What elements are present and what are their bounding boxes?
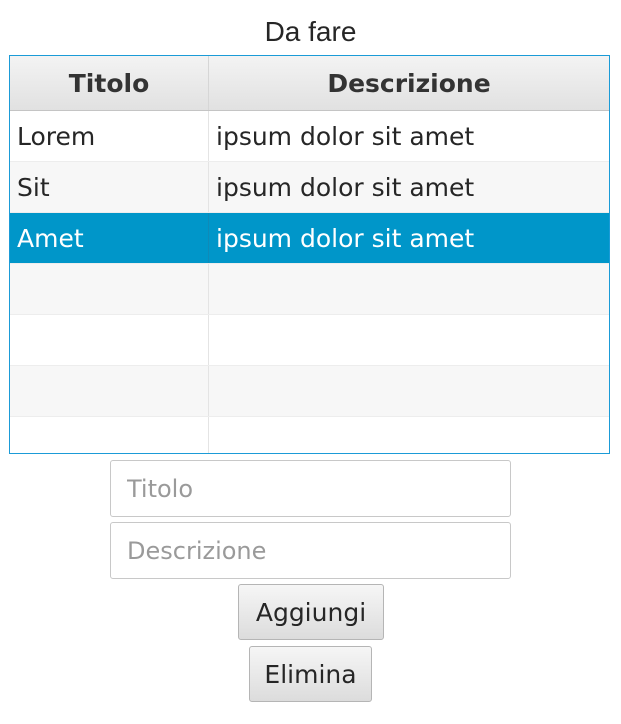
table-row[interactable]: Lorem ipsum dolor sit amet [10,111,609,162]
empty-cell [209,417,609,453]
descrizione-input[interactable] [110,522,511,579]
empty-cell [10,417,209,453]
column-header-descrizione[interactable]: Descrizione [209,56,609,110]
todo-table[interactable]: Titolo Descrizione Lorem ipsum dolor sit… [9,55,610,454]
cell-descrizione: ipsum dolor sit amet [216,223,475,253]
table-row[interactable]: Sit ipsum dolor sit amet [10,162,609,213]
titolo-input[interactable] [110,460,511,517]
empty-cell [10,366,209,416]
cell-descrizione: ipsum dolor sit amet [216,172,475,202]
column-header-titolo[interactable]: Titolo [10,56,209,110]
cell-descrizione: ipsum dolor sit amet [216,121,475,151]
cell-titolo: Lorem [10,111,209,161]
cell-titolo: Sit [10,162,209,212]
todo-window: Da fare Titolo Descrizione Lorem ipsum d… [0,0,621,724]
empty-table-row[interactable] [10,366,609,417]
empty-cell [10,315,209,365]
delete-button[interactable]: Elimina [249,646,372,702]
empty-table-row[interactable] [10,315,609,366]
empty-table-row[interactable] [10,417,609,453]
add-button[interactable]: Aggiungi [238,584,384,640]
cell-titolo: Amet [10,213,209,263]
empty-cell [209,264,609,314]
empty-table-row[interactable] [10,264,609,315]
empty-cell [209,315,609,365]
table-row-selected[interactable]: Amet ipsum dolor sit amet [10,213,609,264]
table-header: Titolo Descrizione [10,56,609,111]
empty-cell [10,264,209,314]
empty-cell [209,366,609,416]
page-title: Da fare [264,16,357,47]
